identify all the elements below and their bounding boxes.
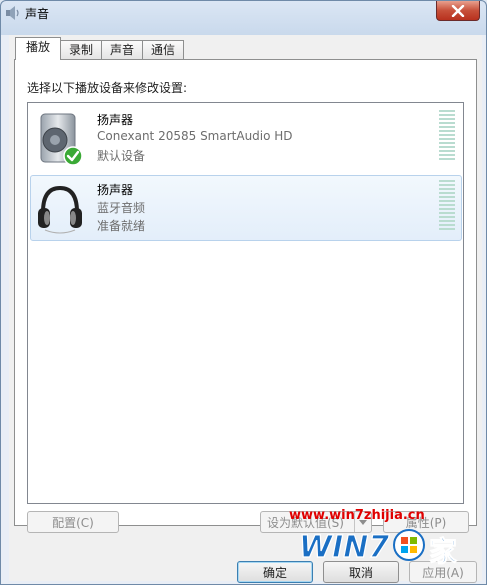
instruction-text: 选择以下播放设备来修改设置: <box>27 81 188 95</box>
speaker-icon <box>40 113 83 166</box>
device-name: 扬声器 <box>97 183 134 197</box>
sound-dialog-window: 声音 播放 录制 声音 通信 选择以下播放设备来修改设置: 扬声器 Conexa… <box>0 0 487 585</box>
volume-meter <box>439 180 455 234</box>
watermark-url: www.win7zhijia.cn <box>289 508 425 523</box>
device-name: 扬声器 <box>97 113 134 127</box>
volume-meter <box>439 110 455 164</box>
device-description: Conexant 20585 SmartAudio HD <box>97 129 293 143</box>
logo-suffix: 家 <box>429 535 457 568</box>
dialog-content: 播放 录制 声音 通信 选择以下播放设备来修改设置: 扬声器 Conexant … <box>9 35 482 583</box>
close-button[interactable] <box>436 1 480 21</box>
device-item-speakers-default[interactable]: 扬声器 Conexant 20585 SmartAudio HD 默认设备 <box>30 105 462 171</box>
device-list[interactable]: 扬声器 Conexant 20585 SmartAudio HD 默认设备 扬声… <box>27 102 464 504</box>
device-description: 蓝牙音频 <box>97 201 146 215</box>
device-status: 准备就绪 <box>97 219 146 233</box>
headphones-icon <box>38 185 82 234</box>
tab-communications[interactable]: 通信 <box>143 40 185 60</box>
tab-recording[interactable]: 录制 <box>61 40 103 60</box>
win7-logo-watermark: WIN7 家 <box>298 529 458 569</box>
configure-button[interactable]: 配置(C) <box>27 511 119 533</box>
device-status: 默认设备 <box>97 149 146 163</box>
logo-text: WIN7 <box>299 530 389 565</box>
close-icon <box>451 4 465 17</box>
tab-strip: 播放 录制 声音 通信 <box>15 37 185 60</box>
tab-sounds[interactable]: 声音 <box>102 40 144 60</box>
window-title: 声音 <box>25 7 50 21</box>
speaker-title-icon <box>6 6 19 20</box>
device-item-speakers-bluetooth[interactable]: 扬声器 蓝牙音频 准备就绪 <box>30 175 462 241</box>
tab-playback[interactable]: 播放 <box>15 37 62 60</box>
title-bar[interactable]: 声音 <box>1 1 486 25</box>
playback-panel: 选择以下播放设备来修改设置: 扬声器 Conexant 20585 SmartA… <box>14 59 477 533</box>
windows-flag-icon <box>393 529 425 561</box>
